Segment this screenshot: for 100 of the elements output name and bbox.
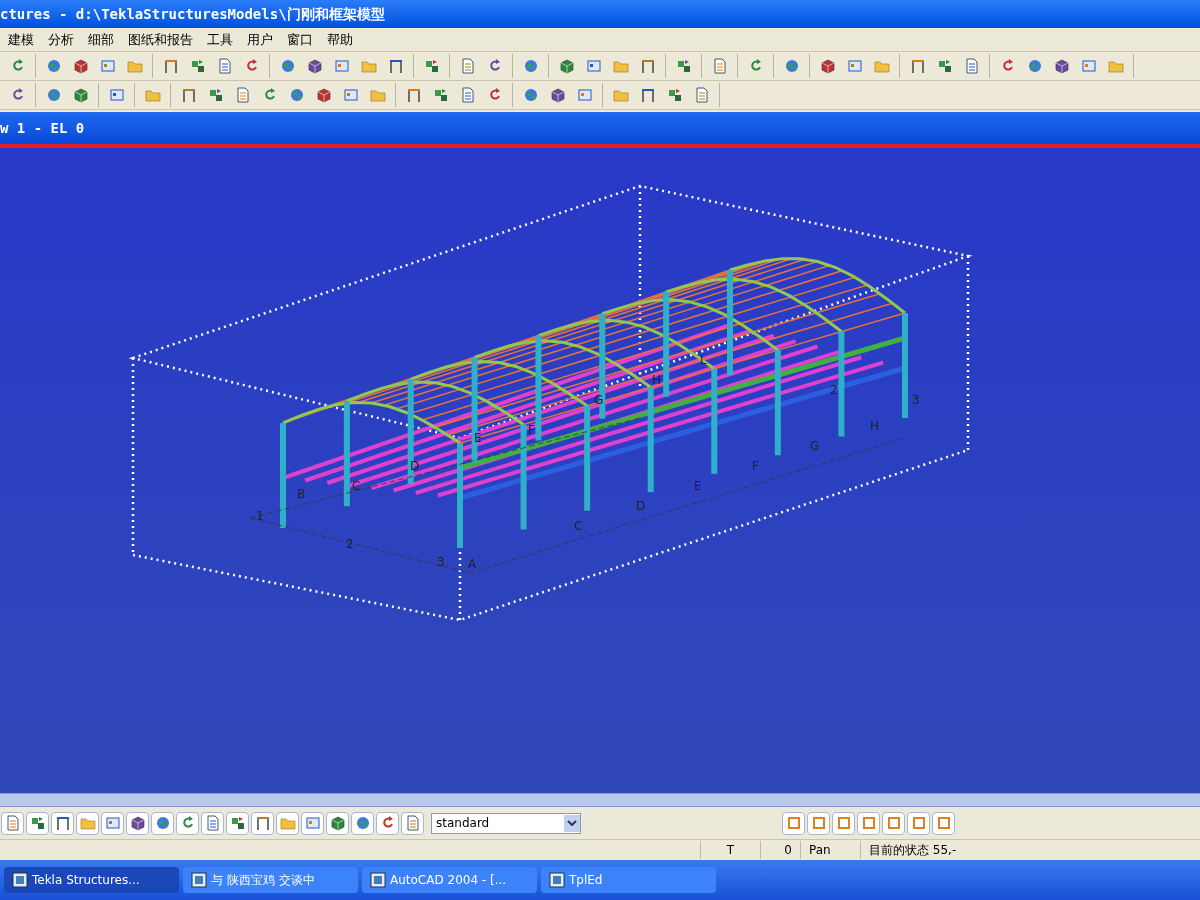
toolbar-button[interactable]: [176, 811, 199, 835]
arrows-icon: [189, 58, 206, 74]
square-icon: [846, 58, 863, 74]
window-title: ctures - d:\TeklaStructuresModels\门刚和框架模型: [0, 4, 385, 24]
menu-item[interactable]: 窗口: [287, 29, 313, 50]
cube-icon: [306, 58, 323, 74]
square-icon: [99, 58, 116, 74]
grid-label: 2: [830, 383, 838, 397]
taskbar-button[interactable]: TplEd: [541, 867, 716, 893]
arrows-icon: [675, 58, 692, 74]
folder-icon: [79, 815, 96, 831]
status-field: 目前的状态 55,-: [860, 841, 965, 859]
folder-icon: [126, 58, 143, 74]
arrows-icon: [432, 87, 449, 103]
snap-icon: [886, 816, 901, 830]
grid-label: G: [594, 393, 604, 407]
folder-icon: [1107, 58, 1124, 74]
menu-item[interactable]: 细部: [88, 29, 114, 50]
frame-icon: [909, 58, 926, 74]
folder-icon: [360, 58, 377, 74]
cube-icon: [72, 58, 89, 74]
status-field: Pan: [800, 841, 860, 859]
square-icon: [342, 87, 359, 103]
grid-label: B: [297, 487, 306, 501]
menu-item[interactable]: 帮助: [327, 29, 353, 50]
grid-label: E: [694, 479, 702, 493]
toolbar-button[interactable]: [351, 811, 374, 835]
frame-icon: [387, 58, 404, 74]
square-icon: [585, 58, 602, 74]
globe-icon: [522, 58, 539, 74]
square-icon: [108, 87, 125, 103]
status-field: T: [700, 841, 760, 859]
dropdown-icon: [564, 814, 580, 832]
arrows-icon: [207, 87, 224, 103]
toolbar-button[interactable]: [376, 811, 399, 835]
window-icon: [549, 872, 565, 888]
square-icon: [104, 815, 121, 831]
square-icon: [333, 58, 350, 74]
document-icon: [216, 58, 233, 74]
square-icon: [304, 815, 321, 831]
frame-icon: [162, 58, 179, 74]
snap-icon: [911, 816, 926, 830]
snap-icon: [861, 816, 876, 830]
grid-label: H: [652, 373, 662, 387]
document-icon: [459, 87, 476, 103]
toolbar-button[interactable]: [101, 811, 124, 835]
status-field: 0: [760, 841, 800, 859]
cube-icon: [129, 815, 146, 831]
cube-icon: [315, 87, 332, 103]
folder-icon: [612, 87, 629, 103]
grid-label: D: [410, 459, 420, 473]
toolbar-button[interactable]: [226, 811, 249, 835]
select-value: standard: [436, 815, 490, 832]
frame-icon: [54, 815, 71, 831]
folder-icon: [612, 58, 629, 74]
document-icon: [4, 815, 21, 831]
arrows-icon: [936, 58, 953, 74]
grid-label: 1: [256, 509, 264, 523]
filter-select[interactable]: standard: [431, 812, 581, 834]
snap-icon: [811, 816, 826, 830]
window-icon: [370, 872, 386, 888]
globe-icon: [522, 87, 539, 103]
toolbar-button[interactable]: [251, 811, 274, 835]
toolbar-button[interactable]: [126, 811, 149, 835]
globe-icon: [288, 87, 305, 103]
square-icon: [576, 87, 593, 103]
toolbar-button[interactable]: [326, 811, 349, 835]
taskbar-button[interactable]: 与 陕西宝鸡 交谈中: [183, 867, 358, 893]
grid-label: C: [574, 519, 583, 533]
toolbar-button[interactable]: [151, 811, 174, 835]
frame-icon: [639, 87, 656, 103]
globe-icon: [279, 58, 296, 74]
toolbar-button[interactable]: [51, 811, 74, 835]
view-title: w 1 - EL 0: [0, 118, 85, 138]
cube-icon: [1053, 58, 1070, 74]
taskbar-button[interactable]: AutoCAD 2004 - [...: [362, 867, 537, 893]
document-icon: [404, 815, 421, 831]
snap-icon: [936, 816, 951, 830]
menu-item[interactable]: 工具: [207, 29, 233, 50]
folder-icon: [279, 815, 296, 831]
arrows-icon: [29, 815, 46, 831]
taskbar-button[interactable]: Tekla Structures...: [4, 867, 179, 893]
document-icon: [459, 58, 476, 74]
globe-icon: [154, 815, 171, 831]
folder-icon: [144, 87, 161, 103]
globe-icon: [1026, 58, 1043, 74]
grid-label: H: [870, 419, 880, 433]
menu-item[interactable]: 建模: [8, 29, 34, 50]
cube-icon: [329, 815, 346, 831]
frame-icon: [254, 815, 271, 831]
document-icon: [234, 87, 251, 103]
menu-item[interactable]: 图纸和报告: [128, 29, 193, 50]
grid-label: D: [636, 499, 646, 513]
arrows-icon: [666, 87, 683, 103]
grid-label: A: [468, 557, 477, 571]
toolbar-button[interactable]: [26, 811, 49, 835]
menu-item[interactable]: 用户: [247, 29, 273, 50]
menu-item[interactable]: 分析: [48, 29, 74, 50]
snap-icon: [786, 816, 801, 830]
cube-icon: [72, 87, 89, 103]
